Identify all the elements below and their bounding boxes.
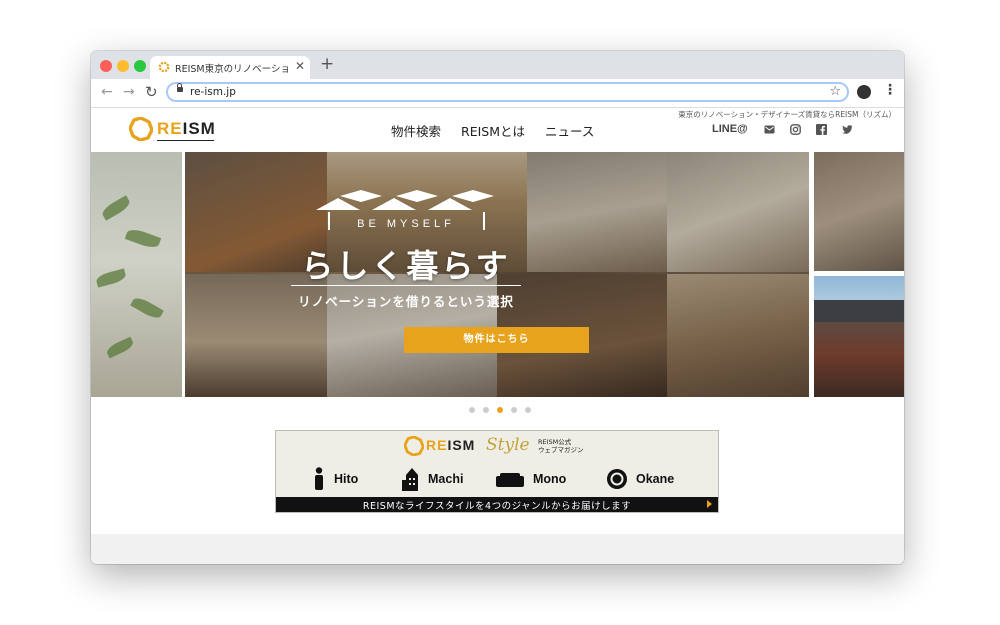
browser-window: REISM東京のリノベーション・デザ ✕ + ← → ↻ re-ism.jp ☆… xyxy=(91,51,904,564)
reism-logo-mark-icon xyxy=(404,436,424,456)
hero-divider xyxy=(291,285,521,286)
slide-preview-right-bottom[interactable] xyxy=(814,276,904,397)
slider-dot[interactable] xyxy=(525,407,531,413)
hero-subtitle: リノベーションを借りるという選択 xyxy=(298,294,514,309)
logo-text: REISM xyxy=(157,119,216,138)
reism-logo-mark-icon xyxy=(129,117,153,141)
slide-preview-right-top[interactable] xyxy=(814,152,904,271)
person-icon xyxy=(315,467,323,490)
banner-logo-text: REISM xyxy=(426,437,476,453)
reism-logo[interactable]: REISM xyxy=(129,116,219,142)
genre-machi[interactable]: Machi xyxy=(402,467,463,491)
forward-arrow-icon[interactable]: → xyxy=(123,84,135,100)
nav-news[interactable]: ニュース xyxy=(545,121,594,140)
arrow-right-icon xyxy=(707,500,712,508)
mail-icon[interactable] xyxy=(764,124,775,135)
maximize-window-button[interactable] xyxy=(134,60,146,72)
minimize-window-button[interactable] xyxy=(117,60,129,72)
main-nav: 物件検索 REISMとは ニュース xyxy=(391,121,594,140)
building-icon xyxy=(402,468,418,491)
back-arrow-icon[interactable]: ← xyxy=(101,84,113,100)
banner-bottom-bar[interactable]: REISMなライフスタイルを4つのジャンルからお届けします xyxy=(276,497,718,512)
roof-logo-icon xyxy=(316,190,494,210)
bookmark-star-icon[interactable]: ☆ xyxy=(829,84,841,99)
slider-dot[interactable] xyxy=(511,407,517,413)
lock-icon xyxy=(177,83,183,92)
address-bar[interactable]: re-ism.jp ☆ xyxy=(166,82,849,102)
temple-roof-shape xyxy=(814,300,904,322)
hero-slider[interactable]: BE MYSELF らしく暮らす リノベーションを借りるという選択 物件はこちら xyxy=(91,152,904,397)
facebook-icon[interactable] xyxy=(816,124,827,135)
banner-official-label: REISM公式 ウェブマガジン xyxy=(538,438,584,454)
slider-dot[interactable] xyxy=(469,407,475,413)
slider-pagination xyxy=(469,407,531,413)
header-tagline: 東京のリノベーション・デザイナーズ賃貸ならREISM（リズム） xyxy=(678,110,896,119)
genre-okane[interactable]: Okane xyxy=(606,467,674,491)
nav-about-reism[interactable]: REISMとは xyxy=(461,121,525,140)
browser-toolbar: ← → ↻ re-ism.jp ☆ ⋮ xyxy=(91,79,904,108)
close-window-button[interactable] xyxy=(100,60,112,72)
tab-strip: REISM東京のリノベーション・デザ ✕ + xyxy=(91,51,904,79)
hero-title: らしく暮らす xyxy=(301,247,511,285)
genre-list: Hito Machi Mono Okane xyxy=(312,467,692,491)
sofa-icon xyxy=(496,473,524,487)
slider-dot-active[interactable] xyxy=(497,407,503,413)
reload-icon[interactable]: ↻ xyxy=(145,84,158,100)
browser-menu-icon[interactable]: ⋮ xyxy=(883,82,897,98)
genre-mono[interactable]: Mono xyxy=(495,467,566,491)
page-footer-band xyxy=(91,534,904,564)
browser-tab[interactable]: REISM東京のリノベーション・デザ ✕ xyxy=(150,56,310,79)
url-text: re-ism.jp xyxy=(190,86,236,98)
genre-hito[interactable]: Hito xyxy=(312,467,358,491)
logo-underline xyxy=(157,140,214,141)
tab-close-icon[interactable]: ✕ xyxy=(295,59,305,73)
slider-dot[interactable] xyxy=(483,407,489,413)
new-tab-button[interactable]: + xyxy=(320,56,334,73)
line-at-link[interactable]: LINE@ xyxy=(712,123,748,135)
banner-style-word: Style xyxy=(486,435,530,455)
coin-icon xyxy=(607,469,627,489)
slide-preview-left[interactable] xyxy=(91,152,182,397)
hero-eyebrow: BE MYSELF xyxy=(357,218,455,230)
favicon-icon xyxy=(158,61,170,73)
account-icon[interactable] xyxy=(857,85,871,99)
reism-style-banner[interactable]: REISM Style REISM公式 ウェブマガジン Hito Machi M… xyxy=(275,430,719,513)
tab-title: REISM東京のリノベーション・デザ xyxy=(175,64,288,75)
property-cta-button[interactable]: 物件はこちら xyxy=(404,327,589,353)
instagram-icon[interactable] xyxy=(790,124,801,135)
banner-bar-text: REISMなライフスタイルを4つのジャンルからお届けします xyxy=(362,501,632,512)
nav-property-search[interactable]: 物件検索 xyxy=(391,121,441,140)
twitter-icon[interactable] xyxy=(842,124,853,135)
web-page: REISM 物件検索 REISMとは ニュース 東京のリノベーション・デザイナー… xyxy=(91,108,904,564)
